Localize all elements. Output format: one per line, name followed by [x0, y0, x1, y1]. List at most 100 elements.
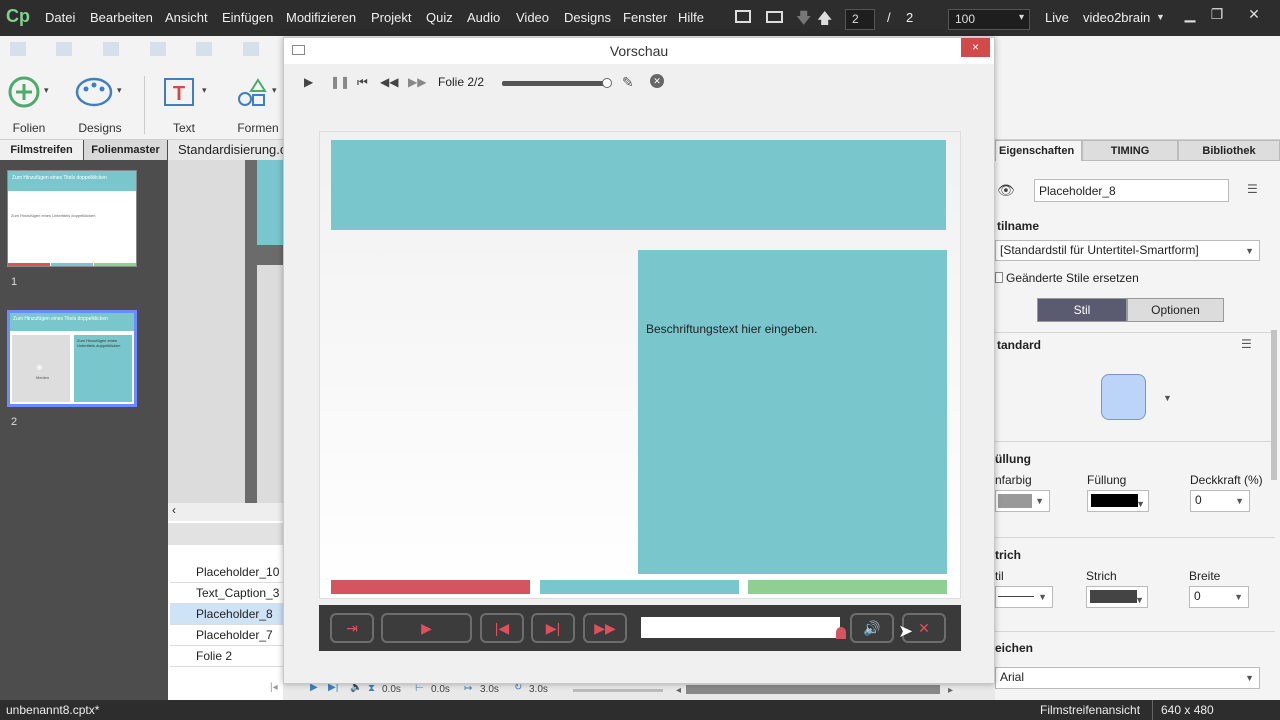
object-name-input[interactable]: Placeholder_8 [1034, 179, 1229, 202]
scroll-left-icon[interactable]: ◂ [676, 685, 684, 696]
pause-icon[interactable]: ❚❚ [330, 75, 350, 89]
slide-bar-red [331, 580, 530, 594]
tab-slide-master[interactable]: Folienmaster [84, 140, 167, 160]
menu-designs[interactable]: Designs [564, 10, 611, 25]
menu-fenster[interactable]: Fenster [623, 10, 667, 25]
slide-thumbnail-2[interactable]: Zum Hinzufügen eines Titels doppelklicke… [7, 310, 137, 407]
arrow-down-icon[interactable]: 🡇 [796, 8, 811, 33]
seg-options-button[interactable]: Optionen [1127, 298, 1224, 322]
timeline-row-selected[interactable]: Placeholder_8 [170, 604, 283, 625]
thumb-subtitle: Zum Hinzufügen eines Untertitels doppelk… [11, 213, 96, 218]
menu-audio[interactable]: Audio [467, 10, 500, 25]
user-menu[interactable]: video2brain [1083, 10, 1150, 25]
tab-timing[interactable]: TIMING [1082, 140, 1178, 161]
menu-projekt[interactable]: Projekt [371, 10, 411, 25]
next-button[interactable]: ▶| [531, 613, 575, 643]
visibility-eye-icon[interactable]: 👁 [997, 182, 1015, 199]
minimize-button[interactable]: ▁ [1178, 4, 1202, 24]
stroke-width-input[interactable]: 0 ▼ [1189, 586, 1249, 608]
audio-button[interactable]: 🔊 [850, 613, 894, 643]
timeline-row[interactable]: Folie 2 [170, 646, 283, 667]
app-logo: Cp [6, 6, 30, 26]
rewind-button[interactable]: |◀ [480, 613, 524, 643]
go-start-icon[interactable]: ⏮ [357, 75, 368, 90]
playbar-progress[interactable] [641, 617, 846, 639]
font-select[interactable]: Arial ▼ [995, 667, 1260, 689]
menu-modifizieren[interactable]: Modifizieren [286, 10, 356, 25]
zoom-select[interactable]: 100 ▾ [948, 9, 1030, 30]
align-icon[interactable] [56, 42, 72, 56]
restore-button[interactable]: ❐ [1205, 4, 1229, 24]
rewind-icon[interactable]: ◀◀ [380, 75, 398, 89]
align-icon[interactable] [196, 42, 212, 56]
menu-video[interactable]: Video [516, 10, 549, 25]
list-menu-icon[interactable]: ☰ [1247, 182, 1258, 196]
pencil-icon[interactable]: ✎ [622, 74, 634, 91]
align-icon[interactable] [243, 42, 259, 56]
align-icon[interactable] [150, 42, 166, 56]
fill-type-select[interactable]: ▼ [995, 490, 1050, 512]
timeline-zoom-slider[interactable] [573, 689, 663, 692]
preview-close-button[interactable]: × [961, 38, 990, 57]
fill-color-picker[interactable]: ▼ [1087, 490, 1149, 512]
menu-bearbeiten[interactable]: Bearbeiten [90, 10, 153, 25]
formen-button[interactable]: ▾ Formen [234, 76, 284, 135]
tab-filmstrip[interactable]: Filmstreifen [0, 140, 83, 160]
menu-hilfe[interactable]: Hilfe [678, 10, 704, 25]
stroke-style-select[interactable]: ▼ [995, 586, 1053, 608]
list-menu-icon[interactable]: ☰ [1241, 337, 1252, 351]
menu-quiz[interactable]: Quiz [426, 10, 453, 25]
slide-thumbnail-1[interactable]: Zum Hinzufügen eines Titels doppelklicke… [7, 170, 137, 267]
close-circle-icon[interactable]: ✕ [650, 74, 664, 88]
properties-panel: Eigenschaften TIMING Bibliothek 👁 Placeh… [995, 140, 1280, 700]
slide-number-input[interactable]: 2 [845, 9, 875, 30]
scroll-right-icon[interactable]: ▸ [948, 685, 956, 696]
timeline-row[interactable]: Placeholder_7 [170, 625, 283, 646]
rewind-icon[interactable]: |◂ [270, 682, 278, 693]
thumb-bar-teal [51, 263, 93, 266]
timeline-scrollbar[interactable] [686, 685, 940, 694]
opacity-input[interactable]: 0 ▼ [1190, 490, 1250, 512]
timeline-scroll-left-icon[interactable]: ‹ [168, 503, 283, 521]
designs-button[interactable]: ▾ Designs [74, 76, 126, 135]
progress-marker[interactable] [836, 627, 846, 639]
folien-button[interactable]: ▾ Folien [6, 76, 52, 135]
align-icon[interactable] [10, 42, 26, 56]
text-label: Text [172, 121, 195, 135]
play-button[interactable]: ▶ [381, 613, 472, 643]
panel-scrollbar[interactable] [1271, 330, 1277, 480]
mouse-cursor-icon: ➤ [898, 621, 914, 641]
chevron-down-icon[interactable]: ▼ [1163, 393, 1172, 403]
mail-icon[interactable] [766, 11, 783, 23]
preview-scrubber-knob[interactable] [602, 78, 612, 88]
tab-library[interactable]: Bibliothek [1178, 140, 1280, 161]
close-window-button[interactable]: ✕ [1242, 4, 1266, 24]
stage-tab[interactable]: Standardisierung.c [170, 140, 283, 160]
timeline-row[interactable]: Placeholder_10 [170, 562, 283, 583]
stage-title-fragment [257, 160, 283, 245]
tab-properties[interactable]: Eigenschaften [995, 140, 1082, 161]
preview-scrubber[interactable] [502, 78, 612, 88]
menu-ansicht[interactable]: Ansicht [165, 10, 208, 25]
style-select[interactable]: [Standardstil für Untertitel-Smartform] ▼ [995, 240, 1260, 261]
live-label: Live [1045, 10, 1069, 25]
arrow-up-icon[interactable]: 🡅 [817, 8, 832, 33]
play-icon[interactable]: ▶ [304, 75, 313, 89]
text-button[interactable]: T ▾ Text [162, 76, 212, 135]
replace-styles-checkbox[interactable] [995, 272, 1003, 283]
timeline-row[interactable]: Text_Caption_3 [170, 583, 283, 604]
menu-einfuegen[interactable]: Einfügen [222, 10, 273, 25]
style-preview-swatch[interactable] [1101, 374, 1146, 420]
divider [995, 631, 1275, 632]
stroke-color-picker[interactable]: ▼ [1086, 586, 1148, 608]
fast-forward-button[interactable]: ▶▶ [583, 613, 627, 643]
align-icon[interactable] [103, 42, 119, 56]
comment-icon[interactable] [735, 10, 751, 23]
exit-button[interactable]: ⇥ [330, 613, 374, 643]
seg-style-button[interactable]: Stil [1037, 298, 1127, 322]
width-label: Breite [1189, 569, 1221, 583]
forward-icon[interactable]: ▶▶ [408, 75, 426, 89]
thumb-title: Zum Hinzufügen eines Titels doppelklicke… [8, 171, 136, 191]
svg-text:T: T [173, 83, 185, 105]
menu-datei[interactable]: Datei [45, 10, 75, 25]
